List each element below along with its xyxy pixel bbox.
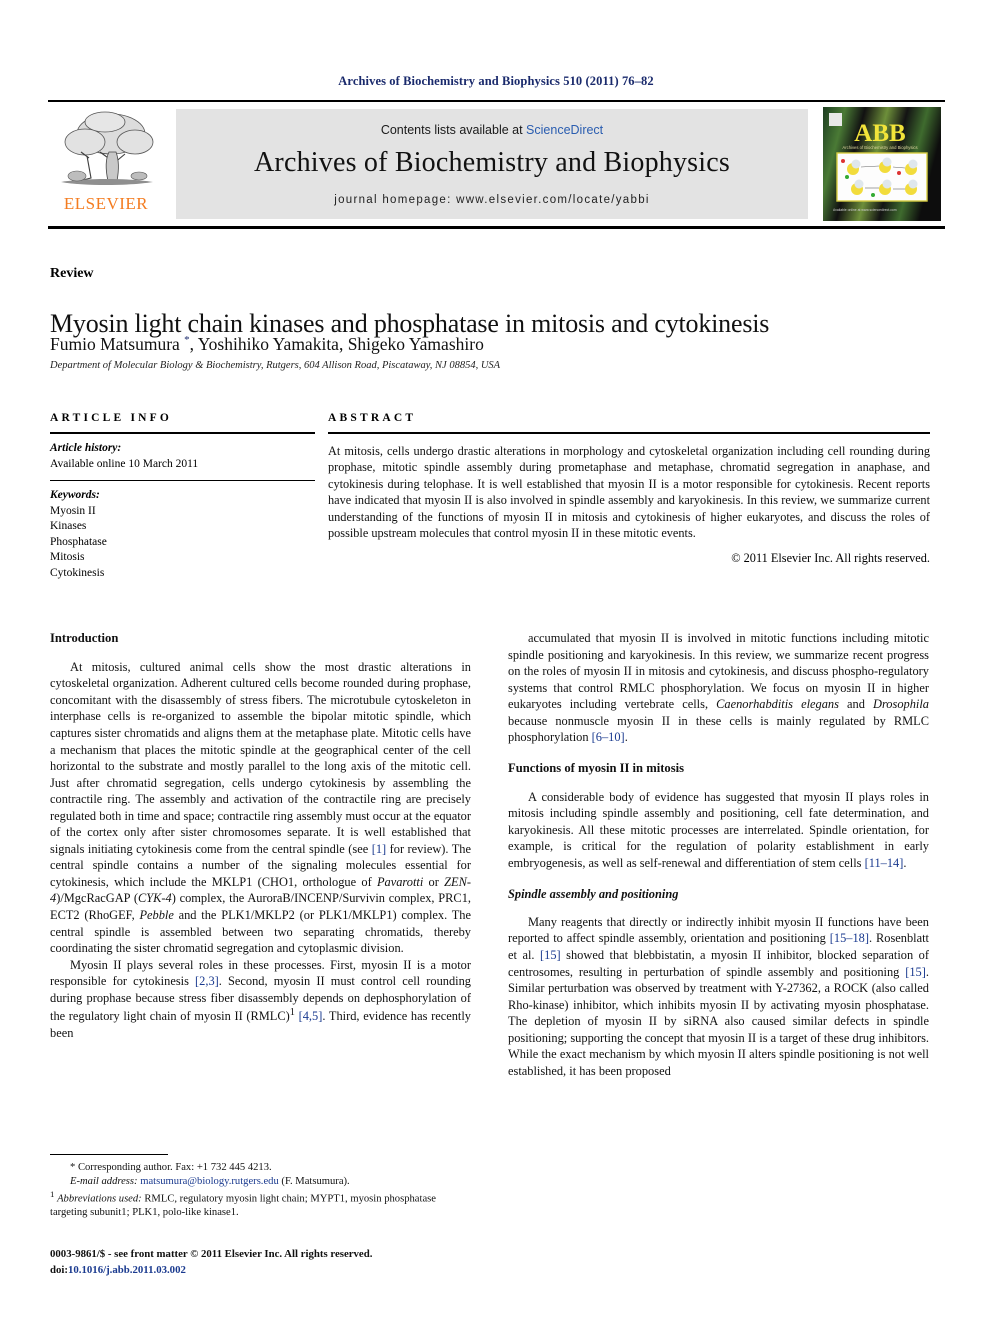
footnote-block: * Corresponding author. Fax: +1 732 445 … — [50, 1154, 471, 1220]
heading-introduction: Introduction — [50, 631, 119, 645]
citation-link[interactable]: [15] — [905, 965, 926, 979]
article-type: Review — [50, 266, 94, 281]
running-head: Archives of Biochemistry and Biophysics … — [338, 74, 654, 88]
italic-term: Drosophila — [873, 697, 929, 712]
abstract-heading: ABSTRACT — [328, 412, 417, 424]
heading-spindle-assembly: Spindle assembly and positioning — [508, 887, 679, 902]
keyword-item: Cytokinesis — [50, 566, 105, 579]
affiliation: Department of Molecular Biology & Bioche… — [50, 360, 501, 371]
citation-link[interactable]: [15] — [540, 948, 561, 962]
author-list: Fumio Matsumura *, Yoshihiko Yamakita, S… — [50, 334, 484, 354]
intro-paragraph-1: At mitosis, cultured animal cells show t… — [50, 659, 472, 956]
cover-artwork-icon: ABB Archives of Biochemistry and Biophys… — [823, 107, 941, 221]
journal-article-page: Archives of Biochemistry and Biophysics … — [0, 0, 992, 1323]
email-note: E-mail address: matsumura@biology.rutger… — [70, 1175, 350, 1187]
doi-label: doi: — [50, 1263, 68, 1276]
article-history-value: Available online 10 March 2011 — [50, 457, 199, 470]
citation-link[interactable]: [4,5] — [299, 1009, 323, 1023]
keyword-item: Myosin II — [50, 504, 96, 517]
doi-link[interactable]: 10.1016/j.abb.2011.03.002 — [68, 1264, 186, 1276]
abstract-text: At mitosis, cells undergo drastic altera… — [328, 444, 930, 541]
journal-title: Archives of Biochemistry and Biophysics — [254, 147, 730, 178]
imprint-line: 0003-9861/$ - see front matter © 2011 El… — [50, 1248, 373, 1260]
body-column-left: Introduction At mitosis, cultured animal… — [50, 630, 471, 1042]
italic-term: CYK-4 — [137, 891, 172, 906]
elsevier-tree-icon — [61, 111, 154, 185]
abstract-panel: ABSTRACT At mitosis, cells undergo drast… — [328, 412, 930, 566]
citation-link[interactable]: [15–18] — [830, 931, 869, 945]
abbreviations-label: Abbreviations used: — [57, 1193, 142, 1205]
keyword-item: Kinases — [50, 520, 87, 533]
elsevier-logo: ELSEVIER — [50, 108, 162, 220]
keywords-block: Keywords: Myosin II Kinases Phosphatase … — [50, 488, 315, 581]
email-label: E-mail address: — [70, 1175, 138, 1187]
italic-term: Caenorhabditis elegans — [716, 697, 839, 712]
article-info-rule-mid — [50, 480, 315, 482]
right-paragraph-1: accumulated that myosin II is involved i… — [508, 631, 929, 745]
contents-line: Contents lists available at ScienceDirec… — [176, 123, 808, 137]
footnote-marker: 1 — [50, 1188, 55, 1199]
elsevier-wordmark: ELSEVIER — [63, 194, 149, 213]
contents-prefix: Contents lists available at — [380, 123, 527, 137]
journal-cover-thumbnail: ABB Archives of Biochemistry and Biophys… — [823, 107, 941, 221]
svg-text:Archives of Biochemistry and B: Archives of Biochemistry and Biophysics — [842, 145, 917, 150]
citation-link[interactable]: [2,3] — [195, 974, 219, 988]
abstract-rule — [328, 432, 930, 434]
keywords-list: Myosin II Kinases Phosphatase Mitosis Cy… — [50, 504, 315, 582]
article-history: Article history: Available online 10 Mar… — [50, 441, 315, 472]
corresponding-author-note: * Corresponding author. Fax: +1 732 445 … — [70, 1162, 272, 1173]
journal-homepage-link[interactable]: journal homepage: www.elsevier.com/locat… — [176, 194, 808, 206]
masthead-bottom-rule — [48, 226, 945, 229]
article-info-panel: ARTICLE INFO Article history: Available … — [50, 412, 315, 581]
keyword-item: Phosphatase — [50, 535, 107, 548]
spindle-paragraph-1: Many reagents that directly or indirectl… — [508, 914, 929, 1078]
svg-text:Available online at www.scienc: Available online at www.sciencedirect.co… — [833, 208, 897, 212]
email-link: matsumura@biology.rutgers.edu — [140, 1175, 279, 1187]
citation-link[interactable]: [6–10] — [592, 730, 625, 744]
keywords-label: Keywords: — [50, 489, 100, 502]
masthead-top-rule — [48, 100, 945, 102]
footnote-marker: 1 — [289, 1007, 295, 1019]
masthead-gray-panel: Contents lists available at ScienceDirec… — [176, 109, 808, 219]
heading-functions-of-myosin: Functions of myosin II in mitosis — [508, 760, 684, 775]
keyword-item: Mitosis — [50, 551, 85, 564]
journal-masthead: ELSEVIER Contents lists available at Sci… — [48, 100, 945, 231]
sciencedirect-link[interactable]: ScienceDirect — [526, 123, 603, 137]
functions-paragraph-1: A considerable body of evidence has sugg… — [508, 789, 929, 870]
body-column-right: accumulated that myosin II is involved i… — [508, 630, 929, 1079]
footnote-marker: * — [184, 334, 190, 347]
abstract-copyright: © 2011 Elsevier Inc. All rights reserved… — [731, 550, 930, 565]
svg-text:ABB: ABB — [854, 120, 905, 147]
imprint-block: 0003-9861/$ - see front matter © 2011 El… — [50, 1247, 510, 1278]
citation-link[interactable]: [11–14] — [865, 856, 904, 870]
doi-line: doi:10.1016/j.abb.2011.03.002 — [50, 1263, 510, 1279]
abbreviations-note: 1 Abbreviations used: RMLC, regulatory m… — [50, 1188, 436, 1219]
article-info-rule-top — [50, 432, 315, 434]
italic-term: Pavarotti — [376, 874, 424, 889]
footnote-rule — [50, 1154, 168, 1155]
article-info-heading: ARTICLE INFO — [50, 412, 173, 424]
citation-link[interactable]: [1] — [372, 842, 386, 856]
intro-paragraph-2: Myosin II plays several roles in these p… — [50, 957, 471, 1040]
article-history-label: Article history: — [50, 442, 122, 454]
italic-term: Pebble — [139, 908, 174, 923]
